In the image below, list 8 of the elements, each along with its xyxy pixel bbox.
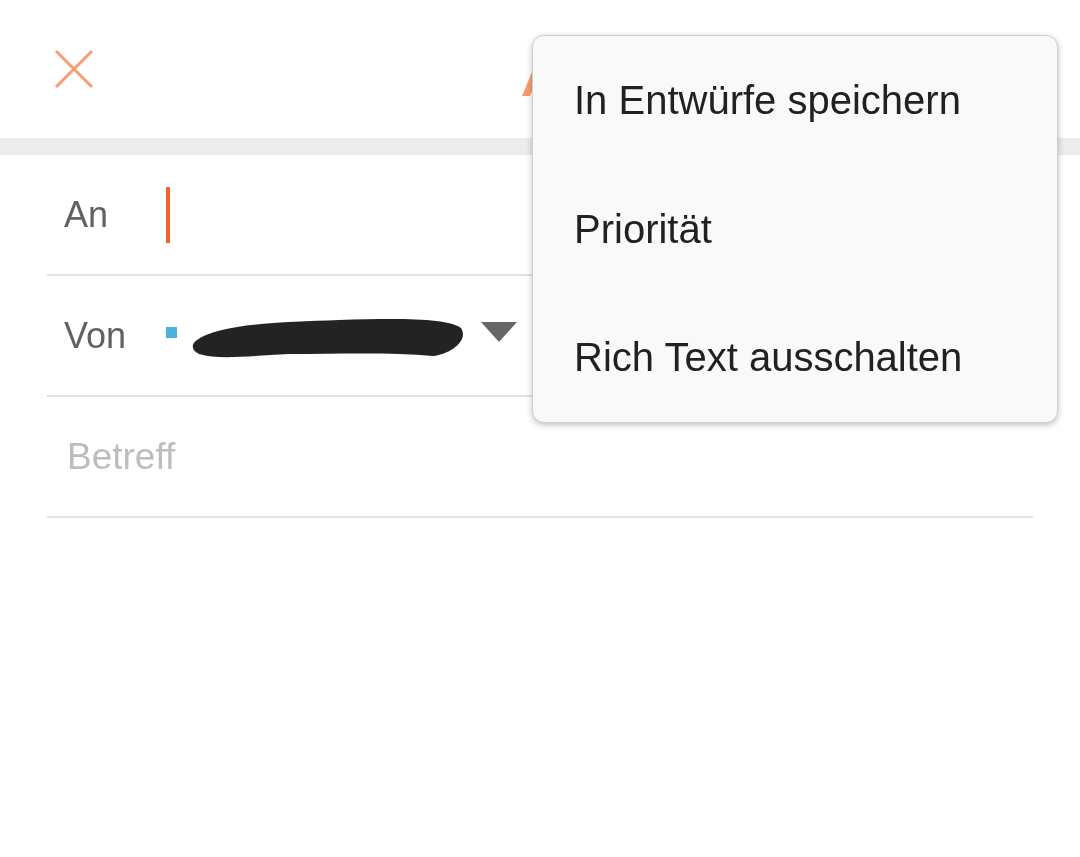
subject-field[interactable]: Betreff [47,435,1033,478]
dropdown-icon[interactable] [481,321,517,344]
menu-item[interactable]: Rich Text ausschalten [533,293,1057,422]
menu-item[interactable]: Priorität [533,164,1057,294]
field-label: An [63,193,110,236]
field-label: Von [63,314,128,357]
menu-item[interactable]: In Entwürfe speichern [533,36,1057,165]
close-button[interactable] [52,47,96,91]
